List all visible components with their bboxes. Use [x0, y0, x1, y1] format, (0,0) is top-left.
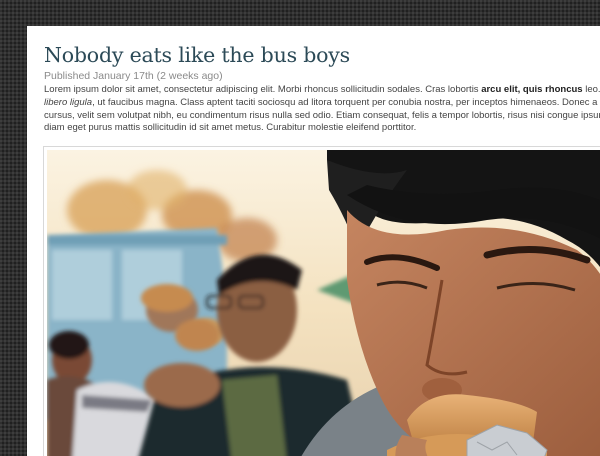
body-line-4: diam eget purus mattis sollicitudin id s…	[44, 122, 600, 135]
body-text: , ut faucibus magna. Class aptent taciti…	[92, 96, 600, 108]
post-title[interactable]: Nobody eats like the bus boys	[44, 43, 350, 67]
post-card: Nobody eats like the bus boys Published …	[27, 26, 600, 456]
post-published-date: Published January 17th (2 weeks ago)	[44, 70, 223, 82]
photo-illustration	[47, 150, 600, 456]
body-text: diam eget purus mattis sollicitudin id s…	[44, 122, 417, 134]
body-text: Lorem ipsum dolor sit amet, consectetur …	[44, 84, 482, 95]
post-photo[interactable]	[47, 150, 600, 456]
body-bold-text: arcu elit, quis rhoncus	[481, 84, 583, 95]
body-italic-text: libero ligula	[44, 96, 93, 108]
body-text: leo. Suspendisse	[585, 84, 600, 95]
post-photo-frame	[43, 146, 600, 456]
body-line-3: cursus, velit sem volutpat nibh, eu cond…	[44, 110, 600, 123]
body-line-1: Lorem ipsum dolor sit amet, consectetur …	[44, 84, 600, 97]
body-text: cursus, velit sem volutpat nibh, eu cond…	[44, 109, 600, 121]
post-body: Lorem ipsum dolor sit amet, consectetur …	[44, 84, 600, 135]
body-line-2: libero ligula, ut faucibus magna. Class …	[44, 97, 600, 110]
